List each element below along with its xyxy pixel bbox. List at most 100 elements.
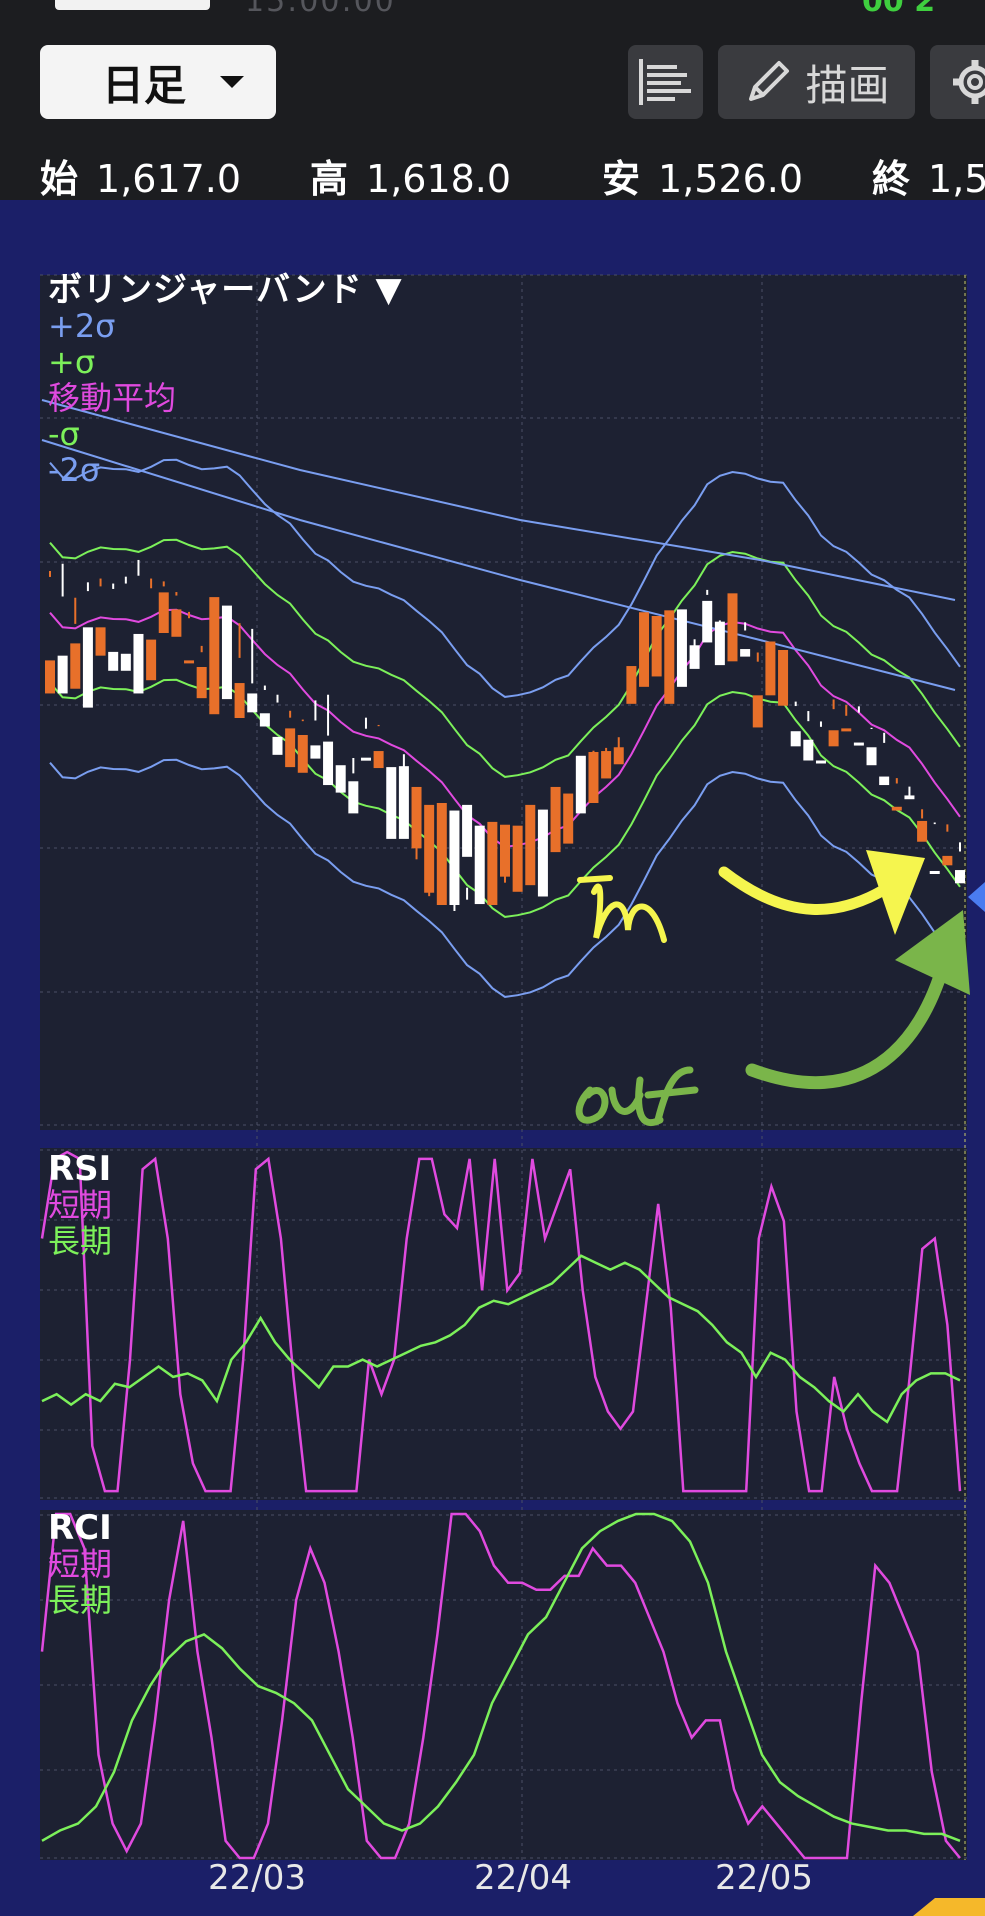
candle-body	[537, 809, 548, 897]
candle-body	[171, 609, 182, 637]
candle-body	[462, 804, 473, 857]
candle-body	[424, 804, 435, 893]
high-price: 高 1,618.0	[310, 157, 512, 201]
close-price: 終 1,5	[872, 157, 985, 201]
rsi-legend: RSI 短期 長期	[48, 1151, 112, 1259]
candle-body	[45, 660, 55, 694]
ohlc-row: 始 1,617.0 高 1,618.0 安 1,526.0 終 1,5	[0, 140, 985, 201]
list-icon	[638, 59, 691, 105]
candle-body	[360, 757, 371, 761]
candle-body	[386, 767, 397, 839]
status-indicator: 00 2	[862, 0, 936, 19]
candle-body	[335, 765, 346, 793]
rci-legend-long: 長期	[48, 1581, 113, 1619]
candle-body	[285, 728, 296, 768]
rci-legend-short: 短期	[48, 1545, 113, 1583]
candle-body	[297, 735, 308, 773]
candle-body	[95, 627, 106, 656]
candle-body	[664, 610, 675, 704]
candle-body	[790, 731, 801, 747]
candle-body	[449, 810, 460, 905]
period-label: 日足	[101, 60, 186, 110]
candle-body	[752, 695, 763, 728]
bb-legend-title[interactable]: ボリンジャーバンド ▼	[48, 272, 403, 308]
candle-body	[651, 616, 662, 677]
candle-body	[500, 824, 510, 877]
candle-body	[588, 752, 599, 803]
candle-body	[108, 651, 119, 671]
bb-legend-plus1: +σ	[48, 343, 96, 381]
period-select[interactable]: 日足	[40, 45, 276, 119]
candle-body	[866, 747, 877, 766]
rsi-legend-long: 長期	[48, 1222, 113, 1260]
candle-body	[373, 751, 384, 769]
rci-legend-title: RCI	[48, 1508, 112, 1548]
candle-body	[82, 627, 93, 708]
top-toolbar: 15:00:00 00 2 日足 描画 始 1,617.0 高 1,618.0 …	[0, 0, 985, 201]
candle-body	[917, 820, 928, 842]
bb-legend-plus2: +2σ	[48, 307, 116, 345]
candle-body	[803, 739, 814, 761]
gear-icon	[953, 60, 985, 104]
candle-body	[879, 776, 890, 786]
candle-body	[487, 821, 498, 905]
list-button[interactable]	[628, 45, 703, 119]
rci-legend: RCI 短期 長期	[48, 1510, 112, 1618]
candle-body	[146, 639, 157, 681]
candle-body	[601, 751, 612, 779]
candle-body	[184, 660, 195, 664]
draw-button[interactable]: 描画	[718, 45, 915, 119]
candle-body	[70, 643, 81, 689]
candle-body	[613, 747, 624, 765]
candle-body	[57, 655, 68, 694]
candle-body	[310, 745, 321, 759]
candle-body	[259, 713, 270, 727]
low-price: 安 1,526.0	[602, 157, 804, 201]
candle-body	[158, 592, 169, 633]
candle-body	[727, 593, 738, 662]
candle-body	[133, 633, 144, 694]
rsi-panel[interactable]	[40, 1148, 967, 1500]
candle-body	[234, 683, 245, 718]
candle-body	[323, 741, 334, 786]
candle-body	[563, 793, 574, 844]
bb-legend-ma: 移動平均	[48, 379, 177, 417]
candle-body	[891, 806, 902, 811]
candle-body	[841, 728, 852, 732]
pencil-icon	[749, 61, 790, 101]
candle-body	[272, 736, 283, 755]
rsi-legend-short: 短期	[48, 1186, 113, 1224]
bb-legend-minus1: -σ	[48, 415, 80, 453]
chevron-down-icon	[220, 76, 244, 88]
candle-body	[221, 605, 232, 700]
bollinger-legend[interactable]: ボリンジャーバンド ▼ +2σ +σ 移動平均 -σ -2σ	[48, 272, 403, 488]
settings-button[interactable]	[930, 45, 985, 119]
rsi-legend-title: RSI	[48, 1149, 112, 1189]
candle-body	[575, 755, 586, 814]
candle-body	[411, 786, 422, 849]
candle-body	[398, 766, 409, 839]
candle-body	[247, 693, 258, 713]
candle-body	[778, 650, 789, 706]
candle-body	[626, 666, 637, 704]
open-price: 始 1,617.0	[40, 157, 242, 201]
candle-body	[525, 804, 536, 886]
candle-body	[828, 730, 839, 747]
bb-legend-minus2: -2σ	[48, 451, 101, 489]
status-fragment	[55, 0, 210, 10]
x-axis-label-apr: 22/04	[474, 1858, 572, 1898]
candle-body	[512, 825, 523, 892]
candle-body	[929, 871, 940, 874]
candle-body	[436, 803, 447, 905]
candle-body	[196, 667, 207, 699]
status-time: 15:00:00	[245, 0, 396, 19]
x-axis-label-may: 22/05	[715, 1858, 813, 1898]
candle-body	[765, 641, 776, 696]
draw-label: 描画	[805, 60, 890, 110]
candle-body	[815, 760, 826, 764]
candle-body	[904, 795, 915, 800]
candle-body	[676, 609, 687, 687]
candle-body	[474, 825, 485, 905]
candle-body	[942, 855, 953, 866]
candle-body	[853, 742, 864, 746]
